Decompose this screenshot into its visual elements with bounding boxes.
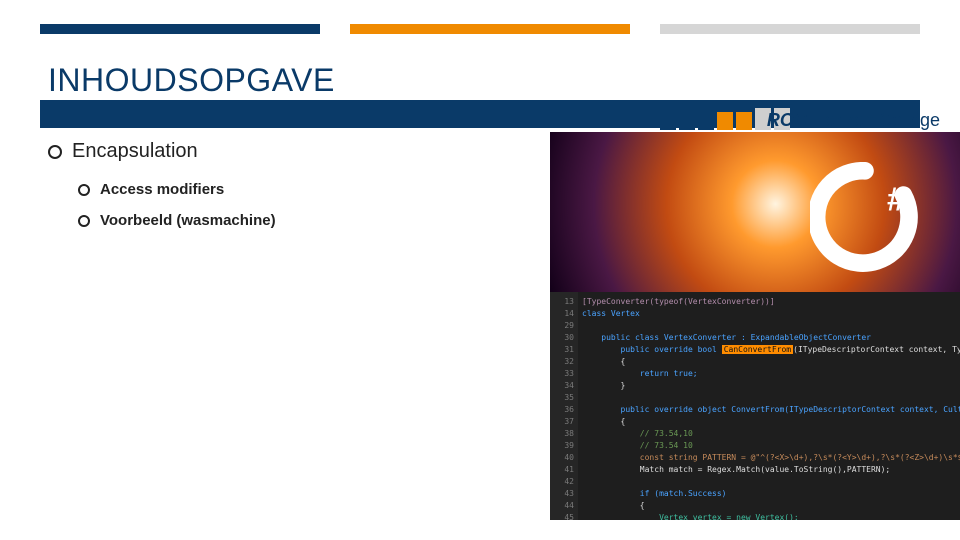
logo-text-hc: Horizon College — [812, 110, 940, 130]
accent-gap — [630, 24, 660, 34]
code-screenshot: 13 14 29 30 31 32 33 34 35 36 37 38 39 4… — [550, 292, 960, 520]
slide: INHOUDSOPGAVE ROC Horizon College Encaps… — [0, 0, 960, 540]
code-line-numbers: 13 14 29 30 31 32 33 34 35 36 37 38 39 4… — [550, 292, 578, 520]
list-item: Voorbeeld (wasmachine) — [78, 212, 488, 229]
accent-gap — [320, 24, 350, 34]
bullet-ring-icon — [78, 215, 90, 227]
code-body: [TypeConverter(typeof(VertexConverter))]… — [582, 296, 960, 520]
bullet-ring-icon — [48, 145, 62, 159]
list-item: Encapsulation — [48, 140, 488, 163]
accent-navy — [40, 24, 320, 34]
bullet-text: Access modifiers — [100, 181, 224, 198]
svg-text:#: # — [887, 180, 905, 217]
list-item: Access modifiers — [78, 181, 488, 198]
bullet-list: Encapsulation Access modifiers Voorbeeld… — [48, 140, 488, 243]
accent-orange — [350, 24, 630, 34]
accent-grey — [660, 24, 920, 34]
logo-text: ROC Horizon College — [767, 110, 940, 131]
page-title: INHOUDSOPGAVE — [48, 62, 335, 99]
top-accent-bar — [40, 24, 920, 34]
bullet-text: Voorbeeld (wasmachine) — [100, 212, 276, 229]
logo-text-roc: ROC — [767, 110, 807, 130]
csharp-logo-icon: # — [810, 162, 920, 272]
bullet-ring-icon — [78, 184, 90, 196]
csharp-hero-image: # — [550, 132, 960, 292]
bullet-text: Encapsulation — [72, 140, 198, 163]
